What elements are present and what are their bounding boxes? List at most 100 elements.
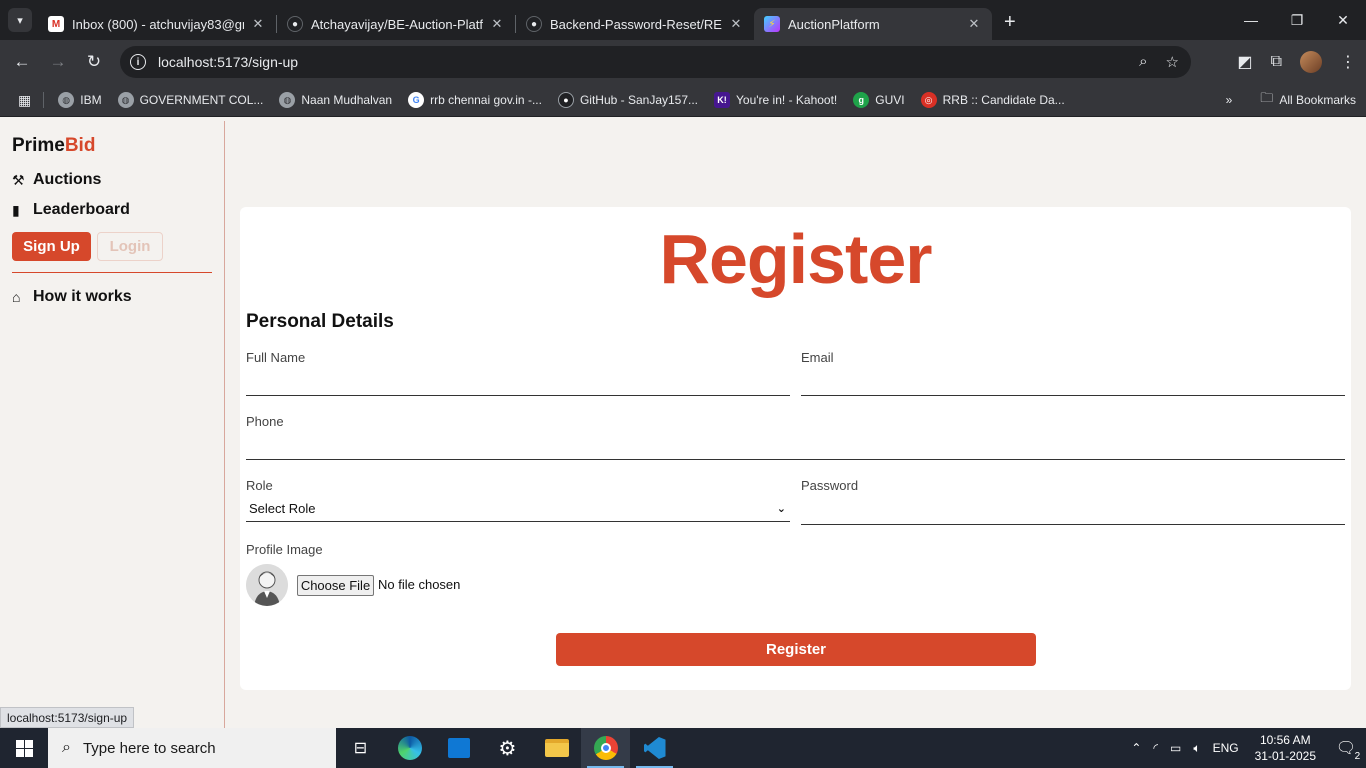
reload-icon[interactable]: ↻ (76, 52, 112, 72)
tab-github-password[interactable]: ● Backend-Password-Reset/README ✕ (516, 8, 754, 40)
page-title: Register (659, 220, 932, 298)
chevron-up-icon[interactable]: ⌃ (1131, 741, 1141, 755)
more-bookmarks-icon[interactable]: » (1226, 93, 1233, 107)
bookmark-github[interactable]: ● GitHub - SanJay157... (557, 92, 699, 108)
site-info-icon[interactable]: i (130, 54, 146, 70)
edge-icon[interactable] (385, 728, 434, 768)
task-view-icon[interactable]: ⊟ (336, 728, 385, 768)
nav-how-it-works[interactable]: ⌂ How it works (12, 288, 132, 306)
brand-accent: Bid (64, 135, 96, 156)
bookmark-naan-mudhalvan[interactable]: ◍ Naan Mudhalvan (279, 92, 392, 108)
signup-button[interactable]: Sign Up (12, 232, 91, 261)
menu-dots-icon[interactable]: ⋮ (1340, 52, 1356, 72)
field-label: Profile Image (246, 542, 323, 557)
full-name-field[interactable]: Full Name (246, 350, 790, 397)
language-indicator[interactable]: ENG (1213, 741, 1239, 755)
choose-file-button[interactable]: Choose File (297, 575, 374, 596)
vscode-icon[interactable] (630, 728, 679, 768)
back-icon[interactable]: ← (4, 52, 40, 72)
profile-avatar[interactable] (1300, 51, 1322, 73)
password-field[interactable]: Password (801, 478, 1345, 525)
nav-leaderboard[interactable]: ▮ Leaderboard (12, 201, 130, 219)
volume-icon[interactable]: 🔈︎ (1193, 741, 1200, 756)
role-field: Role Select Role ⌄ (246, 478, 790, 522)
phone-field[interactable]: Phone (246, 414, 1345, 461)
bookmark-label: IBM (80, 93, 102, 107)
file-explorer-icon[interactable] (532, 728, 581, 768)
email-field[interactable]: Email (801, 350, 1345, 397)
globe-icon: ◍ (58, 92, 75, 108)
status-bar-url: localhost:5173/sign-up (0, 707, 135, 728)
vite-icon: ⚡ (764, 16, 780, 32)
zoom-icon[interactable]: ⌕ (1139, 53, 1147, 71)
bookmark-label: GitHub - SanJay157... (579, 93, 699, 107)
store-icon[interactable] (434, 728, 483, 768)
close-tab-icon[interactable]: ✕ (250, 16, 266, 32)
nav-auctions[interactable]: ⚒ Auctions (12, 171, 101, 189)
chevron-down-icon: ⌄ (776, 502, 786, 515)
app-sidebar: PrimeBid ⚒ Auctions ▮ Leaderboard Sign U… (0, 121, 225, 728)
wifi-icon[interactable]: ◜ (1153, 741, 1158, 755)
gavel-icon: ⚒ (12, 171, 25, 188)
field-label: Password (801, 478, 859, 493)
settings-icon[interactable]: ⚙ (483, 728, 532, 768)
minimize-icon[interactable]: — (1228, 0, 1274, 40)
tab-search-button[interactable]: ▾ (8, 8, 32, 32)
bookmark-guvi[interactable]: g GUVI (853, 92, 905, 108)
tab-title: AuctionPlatform (788, 16, 880, 32)
bookmark-divider (43, 92, 45, 108)
url-text[interactable]: localhost:5173/sign-up (158, 54, 298, 70)
windows-start-icon[interactable] (0, 728, 48, 768)
role-select[interactable]: Select Role ⌄ (246, 496, 790, 520)
close-tab-icon[interactable]: ✕ (489, 16, 505, 32)
store-icon: ⌂ (12, 289, 21, 305)
globe-icon: ◍ (279, 92, 296, 108)
restore-icon[interactable]: ❐ (1274, 0, 1320, 40)
notification-icon[interactable]: 🗨︎ 2 (1326, 738, 1366, 762)
tab-title: Backend-Password-Reset/README (550, 16, 722, 32)
close-window-icon[interactable]: ✕ (1320, 0, 1366, 40)
forward-icon[interactable]: → (40, 52, 76, 72)
github-icon: ● (287, 16, 303, 32)
bookmark-rrb-candidate[interactable]: ◎ RRB :: Candidate Da... (920, 92, 1065, 108)
close-tab-icon[interactable]: ✕ (728, 16, 744, 32)
nav-label: Auctions (33, 171, 102, 188)
all-bookmarks-label: All Bookmarks (1279, 93, 1356, 107)
gmail-icon: M (48, 16, 64, 32)
brand-logo[interactable]: PrimeBid (12, 135, 95, 157)
clock-time: 10:56 AM (1259, 733, 1311, 747)
guvi-icon: g (853, 92, 870, 108)
bookmark-ibm[interactable]: ◍ IBM (58, 92, 102, 108)
extensions-icon[interactable]: ⧉ (1271, 53, 1282, 71)
bookmark-label: RRB :: Candidate Da... (942, 93, 1065, 107)
register-card: Register Personal Details Full Name Emai… (240, 207, 1351, 690)
tab-github-auction[interactable]: ● Atchayavijay/BE-Auction-Platform ✕ (277, 8, 515, 40)
input-underline (246, 459, 1345, 460)
bookmarks-bar: ▦ ◍ IBM ◍ GOVERNMENT COL... ◍ Naan Mudhalva… (0, 84, 1366, 117)
login-button[interactable]: Login (97, 232, 163, 261)
address-bar[interactable]: i localhost:5173/sign-up ⌕ ☆ (120, 46, 1191, 78)
new-tab-button[interactable]: + (1004, 11, 1016, 34)
profile-image-label-wrap: Profile Image (246, 542, 323, 557)
chrome-icon[interactable] (581, 728, 630, 768)
bar-chart-icon: ▮ (12, 201, 20, 218)
kahoot-icon: K! (714, 92, 731, 108)
bookmark-government[interactable]: ◍ GOVERNMENT COL... (117, 92, 263, 108)
register-button[interactable]: Register (556, 633, 1036, 666)
tab-auction-platform[interactable]: ⚡ AuctionPlatform ✕ (754, 8, 992, 40)
rrb-icon: ◎ (920, 92, 937, 108)
bookmark-label: You're in! - Kahoot! (736, 93, 838, 107)
tab-gmail[interactable]: M Inbox (800) - atchuvijay83@gmail.com ✕ (38, 8, 276, 40)
clock[interactable]: 10:56 AM 31-01-2025 (1255, 732, 1316, 764)
bookmark-kahoot[interactable]: K! You're in! - Kahoot! (714, 92, 837, 108)
battery-icon[interactable]: ▭ (1170, 741, 1181, 755)
bookmark-star-icon[interactable]: ☆ (1166, 53, 1179, 71)
all-bookmarks-button[interactable]: 🗀 All Bookmarks (1260, 89, 1356, 111)
globe-icon: ◍ (117, 92, 134, 108)
browser-toolbar: ← → ↻ i localhost:5173/sign-up ⌕ ☆ ◩ ⧉ ⋮ (0, 40, 1366, 84)
taskbar-search[interactable]: ⌕ Type here to search (48, 728, 336, 768)
apps-grid-icon[interactable]: ▦ (18, 92, 31, 109)
copilot-icon[interactable]: ◩ (1237, 52, 1252, 72)
bookmark-rrb-chennai[interactable]: Grrb chennai gov.in -... (408, 92, 542, 108)
close-tab-icon[interactable]: ✕ (966, 16, 982, 32)
